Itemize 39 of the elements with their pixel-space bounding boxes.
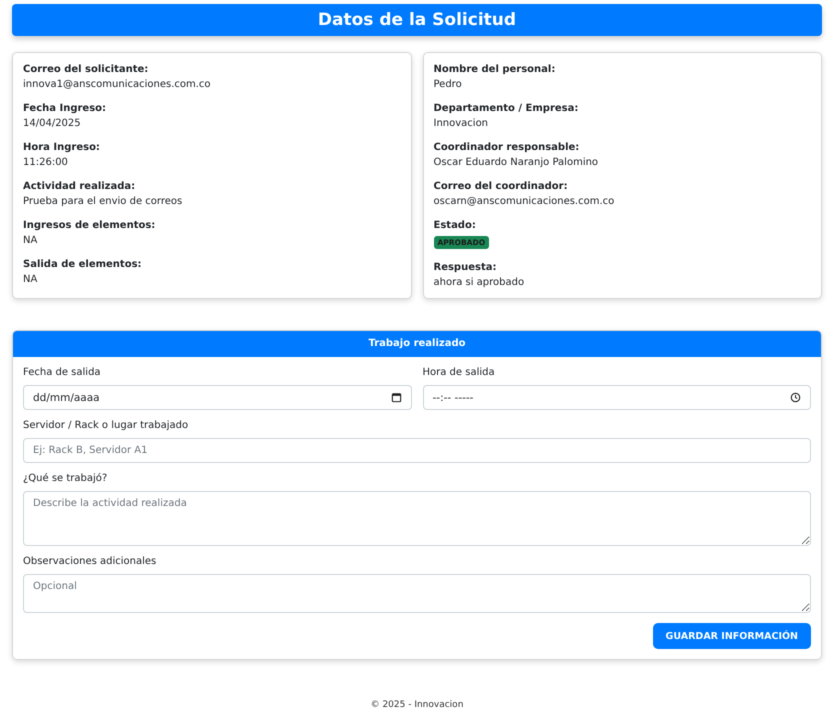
field-label: Actividad realizada: (23, 181, 136, 192)
field-value: Pedro (434, 79, 462, 90)
clock-icon (790, 392, 801, 403)
field-label: Hora de salida (422, 367, 496, 378)
field-value: Prueba para el envio de correos (23, 196, 182, 207)
field-label: Estado: (434, 220, 476, 231)
field-label: Departamento / Empresa: (434, 103, 578, 114)
field-label: Respuesta: (434, 262, 496, 273)
field-label: Observaciones adicionales (23, 556, 158, 567)
calendar-icon (390, 392, 402, 403)
footer-text: © 2025 - Innovacion (370, 700, 464, 710)
field-value: 11:26:00 (23, 157, 68, 168)
field-label: Fecha Ingreso: (23, 103, 106, 114)
field-label: ¿Qué se trabajó? (23, 473, 108, 484)
field-label: Salida de elementos: (23, 259, 142, 270)
field-label: Hora Ingreso: (23, 142, 100, 153)
save-button[interactable]: GUARDAR INFORMACIÓN (652, 623, 811, 649)
page-header: Datos de la Solicitud (12, 4, 822, 36)
field-label: Coordinador responsable: (434, 142, 580, 153)
text-area[interactable]: Describe la actividad realizada (23, 491, 811, 546)
field-value: NA (23, 274, 38, 285)
form-header: Trabajo realizado (13, 331, 821, 357)
field-value: NA (23, 235, 38, 246)
field-label: Correo del coordinador: (434, 181, 568, 192)
text-area[interactable]: Opcional (23, 574, 811, 613)
input-field[interactable]: Ej: Rack B, Servidor A1 (23, 438, 811, 463)
field-label: Servidor / Rack o lugar trabajado (23, 420, 190, 431)
time-field[interactable]: --:-- ----- (422, 385, 811, 410)
field-label: Correo del solicitante: (23, 64, 148, 75)
field-value: 14/04/2025 (23, 118, 81, 129)
field-label: Ingresos de elementos: (23, 220, 156, 231)
field-value: Innovacion (434, 118, 488, 129)
field-value: innova1@anscomunicaciones.com.co (23, 79, 211, 90)
field-value: Oscar Eduardo Naranjo Palomino (434, 157, 598, 168)
field-value: ahora si aprobado (434, 277, 524, 288)
field-label: Fecha de salida (23, 367, 102, 378)
field-label: Nombre del personal: (434, 64, 556, 75)
field-value: oscarn@anscomunicaciones.com.co (434, 196, 614, 207)
date-field[interactable]: dd/mm/aaaa (23, 385, 412, 410)
